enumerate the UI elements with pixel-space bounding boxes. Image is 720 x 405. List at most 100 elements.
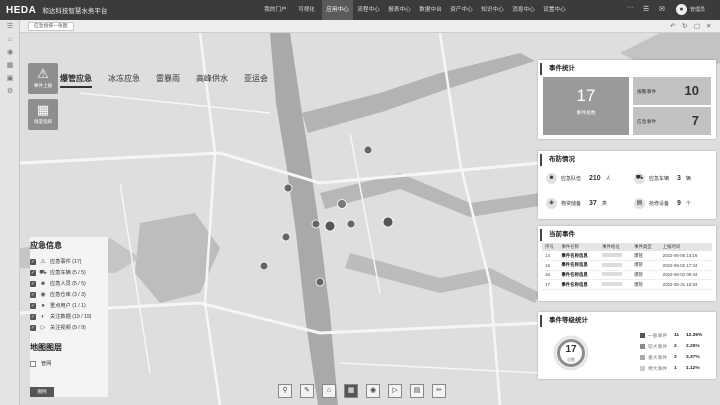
page-tab[interactable]: 应急指挥一张图 [28, 22, 74, 31]
nav-item-report[interactable]: 报表中心 [384, 0, 415, 20]
checkbox-checked-icon[interactable]: ✓ [30, 269, 36, 276]
document-tool-icon[interactable]: ▤ [410, 384, 424, 398]
folder-icon[interactable]: ▣ [0, 72, 20, 85]
level-swatch [640, 333, 645, 338]
chart-icon[interactable]: ▦ [0, 59, 20, 72]
legend-panel: 应急信息 ✓ ⚠ 应急事件 (17) ✓ ⛟ 应急车辆 (5 / 5) ✓ ☻ 应急人员 (… [30, 237, 108, 397]
edit-tool-icon[interactable]: ✏ [432, 384, 446, 398]
level-row: 重大事件 3 3.37% [640, 354, 706, 361]
legend-item[interactable]: ✓ ☻ 应急人员 (5 / 5) [30, 278, 108, 289]
nav-item-knowledge[interactable]: 知识中心 [477, 0, 508, 20]
menu-icon[interactable]: ☰ [0, 20, 20, 33]
legend-item[interactable]: ✓ ⛟ 应急车辆 (5 / 5) [30, 267, 108, 278]
bell-icon[interactable]: ✉ [659, 5, 665, 13]
nav-item-visual[interactable]: 可视化 [291, 0, 322, 20]
checkbox-checked-icon[interactable]: ✓ [30, 280, 36, 287]
measure-tool-icon[interactable]: ✎ [300, 384, 314, 398]
warning-icon: ⚠ [40, 259, 46, 265]
emergency-events-card[interactable]: 应急事件 7 [633, 107, 711, 135]
map-icon[interactable]: ◉ [0, 46, 20, 59]
legend-title: 应急信息 [30, 241, 62, 250]
level-row: 较大事件 2 2.25% [640, 343, 706, 350]
panel-title: 布防情况 [540, 154, 716, 166]
more-icon[interactable]: ··· [627, 4, 634, 11]
legend-item[interactable]: ✓ ◉ 应急仓库 (3 / 3) [30, 289, 108, 300]
level-swatch [640, 344, 645, 349]
layer-title: 地图图层 [30, 343, 62, 352]
materials-icon: ◈ [546, 198, 557, 209]
table-row[interactable]: 16 事件名称信息 爆管 2022-06-02 09:44 [542, 270, 712, 281]
checkbox-unchecked-icon[interactable] [30, 360, 36, 367]
scene-tab-pipe-burst[interactable]: 爆管应急 [60, 73, 92, 88]
video-tool-icon[interactable]: ▷ [388, 384, 402, 398]
table-header: 序号 事件名称 事件地址 事件类型 上报时间 [542, 243, 712, 251]
person-icon: ☻ [39, 280, 47, 287]
scene-tab-peak-supply[interactable]: 高峰供水 [196, 73, 228, 88]
reported-events-card[interactable]: 报警事件 10 [633, 77, 711, 105]
warehouse-icon: ◉ [40, 292, 46, 298]
legend-item[interactable]: ✓ ▷ 关注视频 (9 / 9) [30, 322, 108, 333]
building-tool-icon[interactable]: ⌂ [322, 384, 336, 398]
refresh-icon[interactable]: ↻ [682, 22, 687, 30]
page-tab-row: 应急指挥一张图 ↶ ↻ ▢ ✕ [20, 20, 720, 33]
home-icon[interactable]: ⌂ [0, 33, 20, 46]
nav-item-portal[interactable]: 我的门户 [260, 0, 291, 20]
table-row[interactable]: 14 事件名称信息 爆管 2022-06-06 14:16 [542, 251, 712, 262]
address-placeholder [602, 262, 623, 267]
legend-item[interactable]: ✓ ◐ 关注数据 (19 / 19) [30, 311, 108, 322]
search-tool-icon[interactable]: ⚲ [278, 384, 292, 398]
nav-item-messages[interactable]: 消息中心 [508, 0, 539, 20]
deploy-item-equipment: ▤ 抢修设备 9 个 [634, 198, 691, 209]
checkbox-checked-icon[interactable]: ✓ [30, 313, 36, 320]
panel-title: 事件统计 [540, 63, 716, 75]
address-placeholder [602, 253, 623, 258]
level-row: 一般事件 11 12.36% [640, 332, 706, 339]
scene-tab-storm[interactable]: 雷暴雨 [156, 73, 180, 88]
legend-toggle-button[interactable]: 图例 [30, 387, 54, 397]
nav-item-assets[interactable]: 资产中心 [446, 0, 477, 20]
layer-item[interactable]: 管网 [30, 358, 108, 369]
settings-icon[interactable]: ⚙ [0, 85, 20, 98]
current-events-panel: 当前事件 序号 事件名称 事件地址 事件类型 上报时间 14 事件名称信息 爆管 20… [538, 226, 716, 301]
scene-tabs: 爆管应急 冰冻应急 雷暴雨 高峰供水 亚运会 [60, 73, 268, 88]
report-event-button[interactable]: ⚠ 事件上报 [28, 63, 58, 94]
team-icon: ☻ [546, 173, 557, 184]
fullscreen-icon[interactable]: ▢ [694, 22, 700, 30]
scene-tab-freeze[interactable]: 冰冻应急 [108, 73, 140, 88]
level-total: 17 [565, 344, 577, 355]
back-icon[interactable]: ↶ [670, 22, 675, 30]
table-row[interactable]: 17 事件名称信息 爆管 2022-05-31 10:53 [542, 279, 712, 290]
globe-tool-icon[interactable]: ◉ [366, 384, 380, 398]
left-rail: ☰ ⌂ ◉ ▦ ▣ ⚙ [0, 20, 20, 405]
checkbox-checked-icon[interactable]: ✓ [30, 258, 36, 265]
event-total-card[interactable]: 17 事件总数 [543, 77, 629, 135]
checkbox-checked-icon[interactable]: ✓ [30, 291, 36, 298]
event-level-panel: 事件等级统计 17 总数 一般事件 11 12.36% 较大事件 2 2.25% 重大事… [538, 312, 716, 379]
address-placeholder [602, 282, 623, 287]
user-name[interactable]: 管理员 [690, 6, 705, 13]
main-nav: 我的门户 可视化 应用中心 流程中心 报表中心 数据中台 资产中心 知识中心 消… [260, 0, 570, 20]
scene-tab-asian-games[interactable]: 亚运会 [244, 73, 268, 88]
nav-item-settings[interactable]: 设置中心 [539, 0, 570, 20]
warning-icon: ⚠ [37, 66, 49, 81]
level-swatch [640, 366, 645, 371]
nav-item-apps[interactable]: 应用中心 [322, 0, 353, 20]
document-icon[interactable]: ☰ [643, 5, 649, 13]
events-table: 序号 事件名称 事件地址 事件类型 上报时间 14 事件名称信息 爆管 2022-06… [542, 243, 712, 290]
deployment-panel: 布防情况 ☻ 应急队伍 210 人 ⛟ 应急车辆 3 辆 ◈ 物资储备 37 类 ▤ 抢修设备 9 个 [538, 151, 716, 219]
table-row[interactable]: 15 事件名称信息 爆管 2022-06-02 17:24 [542, 260, 712, 271]
grid-tool-icon[interactable]: ▦ [344, 384, 358, 398]
close-icon[interactable]: ✕ [706, 22, 711, 30]
dispatch-button[interactable]: ▦ 调度指挥 [28, 99, 58, 130]
level-swatch [640, 355, 645, 360]
dispatch-icon: ▦ [36, 102, 50, 117]
avatar[interactable]: ● [676, 4, 687, 15]
nav-item-process[interactable]: 流程中心 [353, 0, 384, 20]
nav-item-data[interactable]: 数据中台 [415, 0, 446, 20]
level-total-label: 总数 [567, 357, 575, 362]
app-title: 和达科技智慧水务平台 [42, 8, 108, 15]
legend-item[interactable]: ✓ ⚠ 应急事件 (17) [30, 256, 108, 267]
legend-item[interactable]: ✓ ● 重点用户 (1 / 1) [30, 300, 108, 311]
checkbox-checked-icon[interactable]: ✓ [30, 302, 36, 309]
checkbox-checked-icon[interactable]: ✓ [30, 324, 36, 331]
